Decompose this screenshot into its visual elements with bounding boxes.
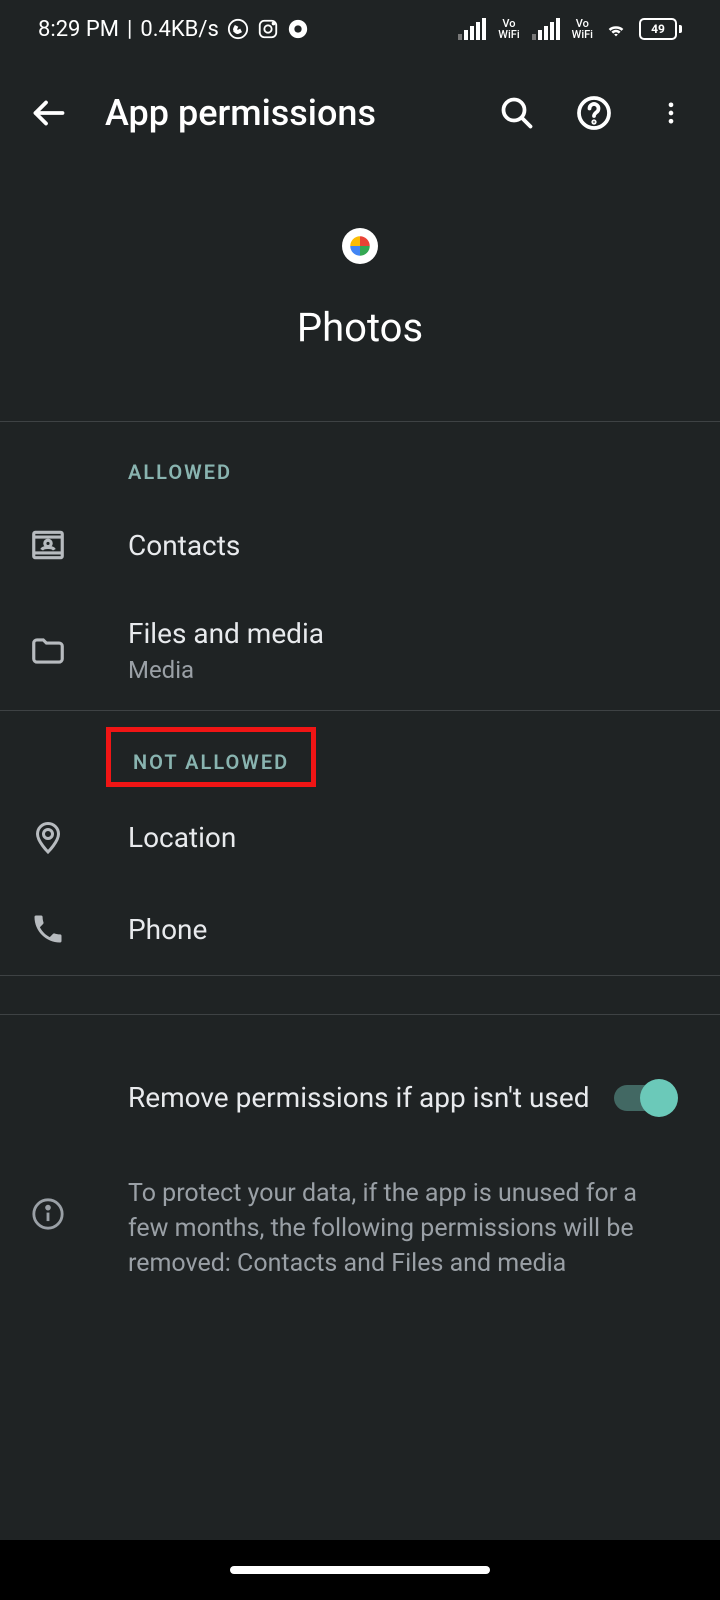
phone-icon <box>28 909 68 949</box>
search-icon <box>499 95 535 131</box>
info-row: To protect your data, if the app is unus… <box>0 1131 720 1311</box>
photos-pinwheel-icon <box>347 233 373 259</box>
section-header-not-allowed: NOT ALLOWED <box>106 727 316 787</box>
chrome-icon <box>287 18 309 40</box>
permission-label: Location <box>128 821 236 854</box>
remove-permissions-label: Remove permissions if app isn't used <box>128 1080 594 1116</box>
folder-icon <box>28 631 68 671</box>
status-bar: 8:29 PM | 0.4KB/s VoWiFi VoWiFi 49 <box>0 0 720 58</box>
status-data-speed: 0.4KB/s <box>140 17 218 42</box>
help-icon <box>576 95 612 131</box>
signal-icon <box>458 18 486 40</box>
search-button[interactable] <box>496 92 538 134</box>
status-time: 8:29 PM <box>38 17 119 42</box>
remove-permissions-row[interactable]: Remove permissions if app isn't used <box>0 1015 720 1131</box>
app-icon <box>342 228 378 264</box>
permission-sublabel: Media <box>128 656 324 684</box>
remove-permissions-switch[interactable] <box>614 1085 674 1111</box>
permission-row-location[interactable]: Location <box>0 791 720 883</box>
permission-row-files-media[interactable]: Files and media Media <box>0 591 720 710</box>
status-left-group: 8:29 PM | 0.4KB/s <box>38 17 309 42</box>
vo-wifi-label-1: VoWiFi <box>498 18 519 40</box>
permission-row-phone[interactable]: Phone <box>0 883 720 975</box>
permission-label: Contacts <box>128 529 240 562</box>
toolbar: App permissions <box>0 58 720 168</box>
nav-handle[interactable] <box>230 1566 490 1574</box>
section-header-allowed: ALLOWED <box>0 422 720 499</box>
app-name: Photos <box>297 304 423 351</box>
more-vertical-icon <box>657 99 685 127</box>
permission-row-contacts[interactable]: Contacts <box>0 499 720 591</box>
section-gap <box>0 975 720 1015</box>
contacts-icon <box>28 525 68 565</box>
permission-label: Files and media <box>128 617 324 650</box>
more-options-button[interactable] <box>650 92 692 134</box>
permission-label: Phone <box>128 913 207 946</box>
location-icon <box>28 817 68 857</box>
signal-icon-2 <box>532 18 560 40</box>
battery-icon: 49 <box>639 18 682 40</box>
status-right-group: VoWiFi VoWiFi 49 <box>458 18 682 40</box>
whatsapp-icon <box>227 18 249 40</box>
info-text: To protect your data, if the app is unus… <box>128 1176 674 1281</box>
arrow-left-icon <box>31 95 67 131</box>
page-title: App permissions <box>105 92 461 134</box>
switch-thumb <box>640 1079 678 1117</box>
back-button[interactable] <box>28 92 70 134</box>
help-button[interactable] <box>573 92 615 134</box>
battery-level: 49 <box>651 22 665 36</box>
info-icon <box>28 1194 68 1234</box>
instagram-icon <box>257 18 279 40</box>
status-divider: | <box>127 17 132 42</box>
navigation-bar <box>0 1540 720 1600</box>
wifi-icon <box>605 18 627 40</box>
app-hero: Photos <box>0 168 720 422</box>
vo-wifi-label-2: VoWiFi <box>572 18 593 40</box>
